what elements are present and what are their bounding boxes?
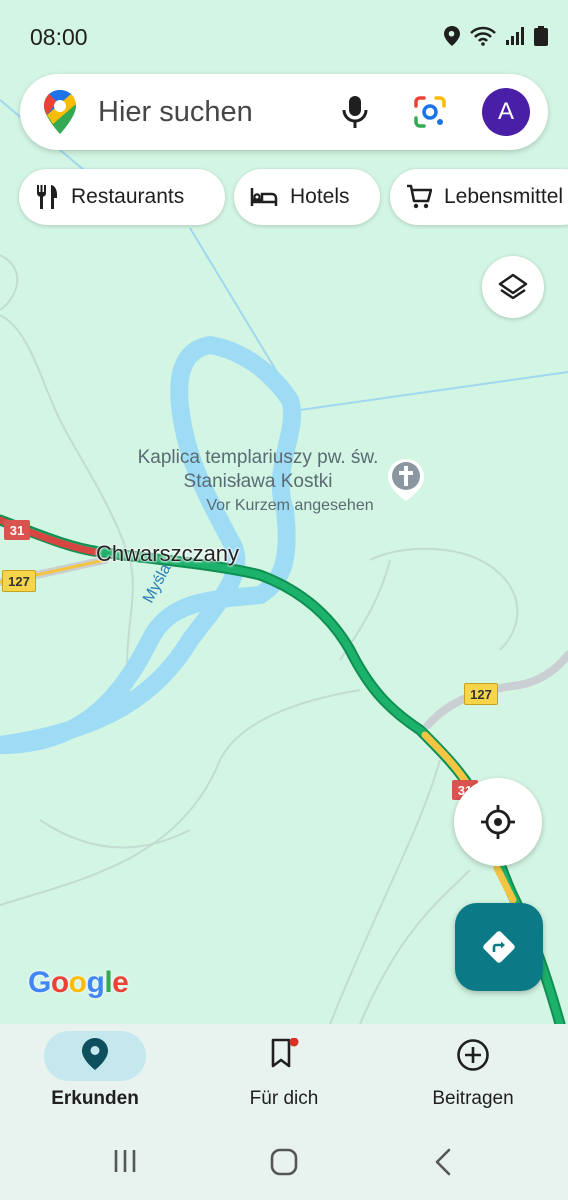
nav-label: Erkunden [51,1088,139,1109]
battery-icon [534,26,548,46]
bookmark-icon [271,1038,299,1068]
google-lens-icon[interactable] [412,94,448,130]
back-icon[interactable] [432,1148,456,1176]
location-status-icon [444,26,460,46]
road-shield-127: 127 [2,570,36,592]
status-icons [444,26,548,46]
microphone-icon[interactable] [338,94,372,130]
google-wordmark: Google [28,966,129,999]
fork-knife-icon [37,185,57,209]
nav-label: Für dich [249,1088,319,1109]
search-bar[interactable]: Hier suchen A [20,74,548,150]
church-cross-icon[interactable] [388,459,424,501]
maps-logo-icon [44,90,76,134]
system-nav-bar [0,1124,568,1200]
chip-label: Restaurants [71,185,185,208]
status-time: 08:00 [30,24,88,50]
bed-icon [250,188,278,206]
chip-restaurants[interactable]: Restaurants [19,169,225,225]
nav-for-you[interactable]: Für dich [189,1024,379,1124]
google-logo: Google [28,966,129,1000]
crosshair-icon [481,805,515,839]
nav-label: Beitragen [432,1088,514,1109]
chip-label: Hotels [290,185,350,208]
layers-icon [498,273,528,300]
shopping-cart-icon [407,184,432,209]
search-input[interactable]: Hier suchen [98,96,253,129]
account-avatar[interactable]: A [482,88,530,136]
nav-explore[interactable]: Erkunden [0,1024,190,1124]
directions-icon [483,931,515,963]
recent-apps-icon[interactable] [112,1148,138,1174]
my-location-button[interactable] [454,778,542,866]
signal-icon [506,27,524,45]
nav-contribute[interactable]: Beitragen [378,1024,568,1124]
wifi-icon [470,26,496,46]
poi-status: Vor Kurzem angesehen [206,497,374,514]
road-shield-127: 127 [464,683,498,705]
directions-button[interactable] [455,903,543,991]
place-label[interactable]: Chwarszczany [96,541,239,567]
chip-label: Lebensmittel [444,185,564,208]
add-circle-icon [457,1039,489,1071]
status-bar: 08:00 [0,0,568,72]
chip-hotels[interactable]: Hotels [234,169,380,225]
bottom-nav: Erkunden Für dich Beitragen [0,1024,568,1124]
chip-grocery[interactable]: Lebensmittel [390,169,568,225]
layers-button[interactable] [482,256,544,318]
location-pin-icon [82,1038,108,1070]
home-icon[interactable] [270,1148,298,1176]
road-shield-31: 31 [4,520,30,540]
poi-name[interactable]: Kaplica templariuszy pw. św. Stanisława … [120,446,396,494]
